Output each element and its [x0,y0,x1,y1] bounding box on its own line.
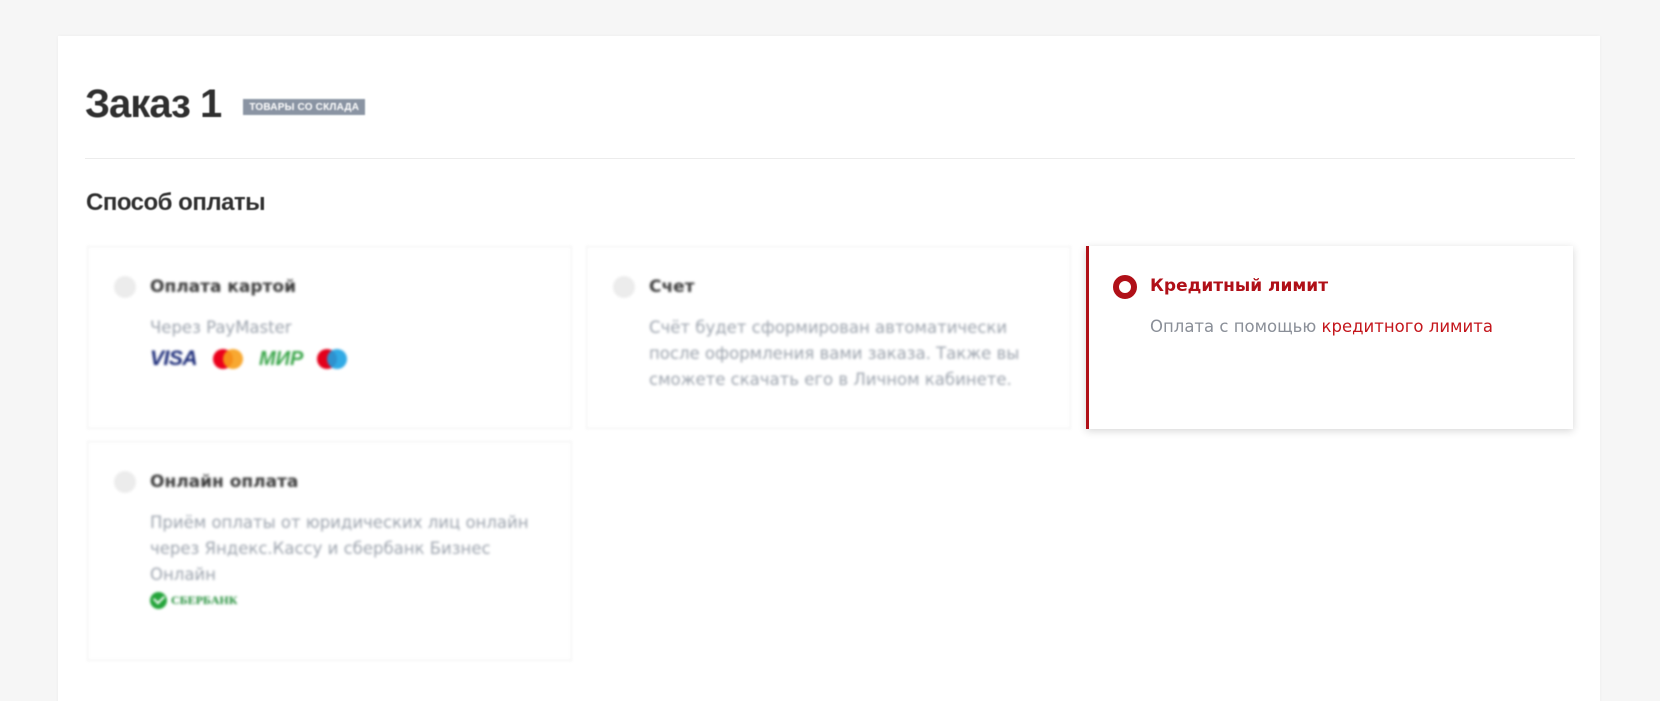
sberbank-logo: СБЕРБАНК [150,592,237,609]
description-text: Оплата с помощью [1150,317,1322,336]
maestro-icon [317,349,348,369]
payment-option-description: Через PayMaster [150,318,292,337]
sberbank-icon [150,592,167,609]
order-panel: Заказ 1 Товары со склада Способ оплаты О… [58,36,1600,701]
payment-option-credit-limit[interactable]: Кредитный лимит Оплата с помощью кредитн… [1086,246,1573,429]
stock-badge: Товары со склада [243,98,366,115]
order-title: Заказ 1 [85,82,222,126]
payment-option-title: Кредитный лимит [1150,276,1329,296]
payment-option-description: Оплата с помощью кредитного лимита [1150,314,1550,340]
radio-button[interactable] [114,276,136,298]
payment-option-title: Счет [649,277,695,297]
mastercard-icon [213,349,244,369]
sberbank-text: СБЕРБАНК [171,593,238,607]
payment-option-description: Счёт будет сформирован автоматически пос… [649,318,1020,389]
radio-button[interactable] [114,471,136,493]
payment-option-invoice[interactable]: Счет Счёт будет сформирован автоматическ… [586,246,1071,429]
payment-option-title: Онлайн оплата [150,472,299,492]
payment-option-title: Оплата картой [150,277,296,297]
radio-button-selected[interactable] [1113,275,1137,299]
payment-option-description: Приём оплаты от юридических лиц онлайн ч… [150,513,529,584]
visa-logo: VISA [150,347,198,370]
card-logos: VISA МИР [150,347,348,371]
payment-option-card[interactable]: Оплата картой Через PayMaster VISA МИР [87,246,572,429]
payment-section-title: Способ оплаты [86,189,266,216]
divider [85,158,1575,159]
mir-logo: МИР [259,347,304,370]
payment-option-online[interactable]: Онлайн оплата Приём оплаты от юридически… [87,441,572,661]
credit-limit-link[interactable]: кредитного лимита [1322,317,1493,336]
radio-button[interactable] [613,276,635,298]
order-header: Заказ 1 Товары со склада [85,82,366,127]
